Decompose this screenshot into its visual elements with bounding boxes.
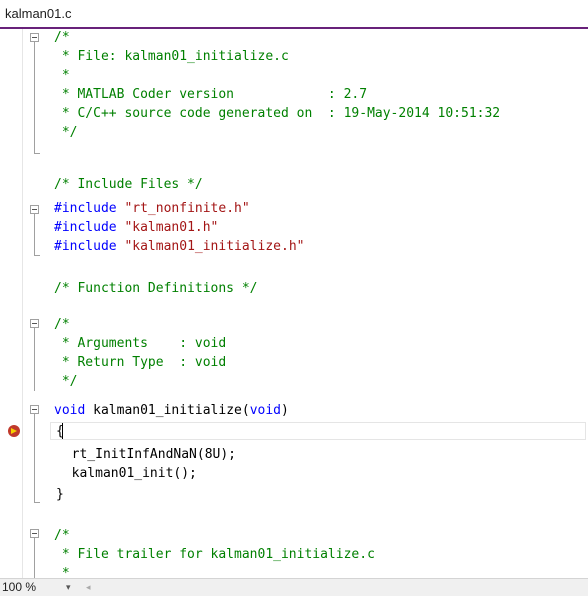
- tab-kalman01-c[interactable]: kalman01.c: [0, 0, 76, 27]
- chevron-down-icon[interactable]: ▾: [66, 579, 71, 596]
- code-line[interactable]: #include "kalman01_initialize.h": [54, 237, 304, 256]
- keyword: void: [54, 403, 86, 418]
- code-line[interactable]: #include "kalman01.h": [54, 218, 218, 237]
- code-line[interactable]: /*: [54, 526, 70, 545]
- code-line[interactable]: {: [56, 422, 64, 441]
- include-path: "rt_nonfinite.h": [124, 201, 250, 216]
- code-line[interactable]: rt_InitInfAndNaN(8U);: [56, 445, 236, 464]
- code-line[interactable]: *: [54, 66, 70, 85]
- punctuation: ): [281, 403, 289, 418]
- code-line[interactable]: /* Include Files */: [54, 175, 203, 194]
- keyword: void: [249, 403, 281, 418]
- code-line[interactable]: kalman01_init();: [56, 464, 197, 483]
- include-path: "kalman01_initialize.h": [124, 239, 305, 254]
- code-line[interactable]: * MATLAB Coder version : 2.7: [54, 85, 367, 104]
- code-line[interactable]: void kalman01_initialize(void): [54, 401, 289, 420]
- horizontal-scrollbar[interactable]: [96, 583, 584, 592]
- preprocessor-directive: #include: [54, 201, 117, 216]
- code-line[interactable]: /*: [54, 315, 70, 334]
- scroll-left-arrow-icon[interactable]: ◂: [86, 579, 91, 596]
- code-line[interactable]: * Return Type : void: [54, 353, 226, 372]
- preprocessor-directive: #include: [54, 220, 117, 235]
- code-line[interactable]: /*: [54, 28, 70, 47]
- editor-status-bar: 100 % ▾ ◂: [0, 578, 588, 596]
- code-line[interactable]: * C/C++ source code generated on : 19-Ma…: [54, 104, 500, 123]
- code-editor[interactable]: /* * File: kalman01_initialize.c * * MAT…: [0, 28, 588, 581]
- preprocessor-directive: #include: [54, 239, 117, 254]
- code-line[interactable]: */: [54, 123, 78, 142]
- code-line[interactable]: * File: kalman01_initialize.c: [54, 47, 289, 66]
- include-path: "kalman01.h": [124, 220, 219, 235]
- code-line[interactable]: #include "rt_nonfinite.h": [54, 199, 250, 218]
- document-tab-bar: kalman01.c: [0, 0, 588, 29]
- code-line[interactable]: /* Function Definitions */: [54, 279, 258, 298]
- code-line[interactable]: */: [54, 372, 78, 391]
- code-line[interactable]: * Arguments : void: [54, 334, 226, 353]
- function-name: kalman01_initialize(: [85, 403, 250, 418]
- zoom-level[interactable]: 100 %: [2, 579, 36, 596]
- code-line[interactable]: * File trailer for kalman01_initialize.c: [54, 545, 375, 564]
- code-line[interactable]: }: [56, 485, 64, 504]
